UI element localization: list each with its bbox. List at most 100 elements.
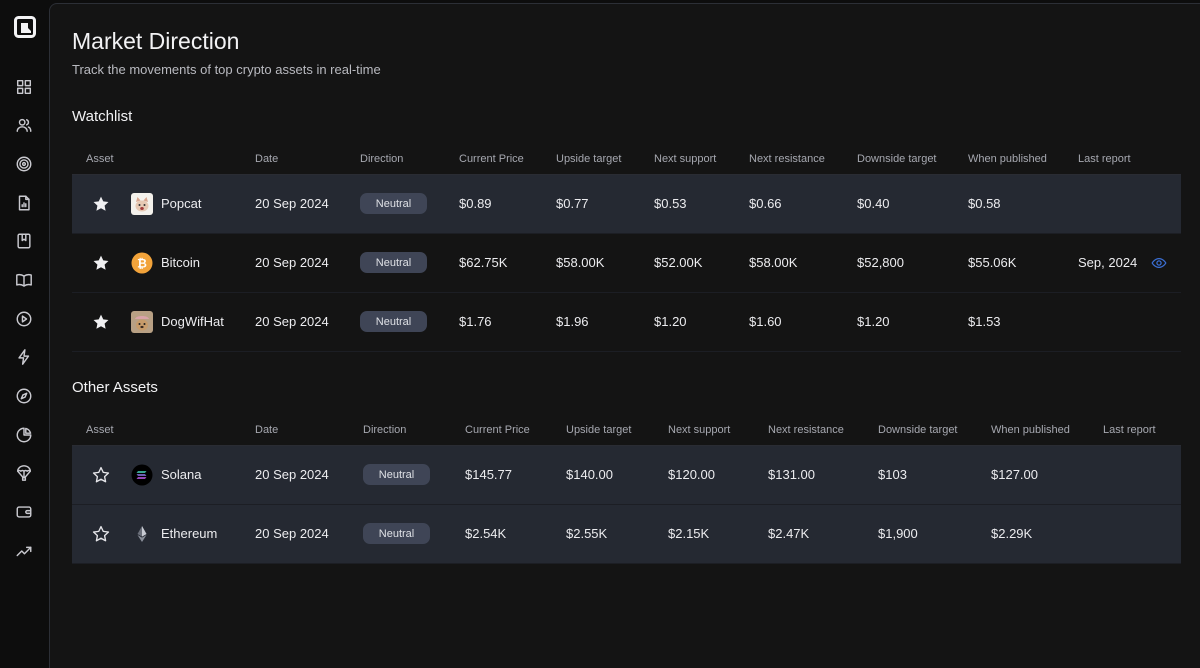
next-support-cell: $0.53 (654, 196, 687, 211)
when-published-cell: $127.00 (991, 467, 1038, 482)
asset-name[interactable]: DogWifHat (161, 314, 224, 329)
column-header-asset[interactable]: Asset (86, 153, 114, 165)
last-report-cell: Sep, 2024 (1078, 255, 1138, 270)
brand-logo-icon[interactable] (14, 16, 36, 38)
column-header-when-published[interactable]: When published (968, 153, 1047, 165)
when-published-cell: $0.58 (968, 196, 1001, 211)
direction-badge: Neutral (360, 311, 427, 332)
direction-badge: Neutral (360, 193, 427, 214)
column-header-last-report[interactable]: Last report (1078, 153, 1131, 165)
parachute-icon[interactable] (14, 463, 34, 483)
report-icon[interactable] (14, 193, 34, 213)
other-assets-title: Other Assets (72, 379, 158, 396)
direction-badge: Neutral (363, 523, 430, 544)
sidebar (0, 0, 48, 667)
column-header-date[interactable]: Date (255, 153, 278, 165)
next-resistance-cell: $58.00K (749, 255, 798, 270)
star-filled-icon[interactable] (92, 195, 110, 213)
next-resistance-cell: $131.00 (768, 467, 815, 482)
downside-target-cell: $103 (878, 467, 907, 482)
date-cell: 20 Sep 2024 (255, 255, 329, 270)
table-row[interactable]: Popcat 20 Sep 2024 Neutral $0.89 $0.77 $… (72, 175, 1181, 234)
column-header-next-resistance[interactable]: Next resistance (768, 424, 844, 436)
table-header: Asset Date Direction Current Price Upsid… (72, 146, 1181, 175)
page-subtitle: Track the movements of top crypto assets… (72, 62, 381, 77)
star-filled-icon[interactable] (92, 313, 110, 331)
asset-name[interactable]: Popcat (161, 196, 201, 211)
dogwifhat-logo-icon (131, 311, 153, 333)
direction-badge: Neutral (360, 252, 427, 273)
table-row[interactable]: ₿ Bitcoin 20 Sep 2024 Neutral $62.75K $5… (72, 234, 1181, 293)
date-cell: 20 Sep 2024 (255, 526, 329, 541)
next-support-cell: $120.00 (668, 467, 715, 482)
next-support-cell: $2.15K (668, 526, 710, 541)
date-cell: 20 Sep 2024 (255, 467, 329, 482)
lightning-icon[interactable] (14, 347, 34, 367)
main-panel: Market Direction Track the movements of … (49, 3, 1200, 668)
column-header-upside-target[interactable]: Upside target (566, 424, 631, 436)
when-published-cell: $1.53 (968, 314, 1001, 329)
next-support-cell: $52.00K (654, 255, 703, 270)
downside-target-cell: $1.20 (857, 314, 890, 329)
wallet-icon[interactable] (14, 502, 34, 522)
asset-name[interactable]: Ethereum (161, 526, 217, 541)
column-header-current-price[interactable]: Current Price (465, 424, 530, 436)
column-header-downside-target[interactable]: Downside target (878, 424, 958, 436)
users-icon[interactable] (14, 115, 34, 135)
current-price-cell: $0.89 (459, 196, 492, 211)
eye-icon[interactable] (1151, 255, 1167, 271)
current-price-cell: $145.77 (465, 467, 512, 482)
when-published-cell: $2.29K (991, 526, 1033, 541)
table-row[interactable]: Ethereum 20 Sep 2024 Neutral $2.54K $2.5… (72, 505, 1181, 564)
downside-target-cell: $52,800 (857, 255, 904, 270)
column-header-direction[interactable]: Direction (363, 424, 406, 436)
page-title: Market Direction (72, 28, 240, 54)
column-header-current-price[interactable]: Current Price (459, 153, 524, 165)
svg-text:₿: ₿ (137, 257, 147, 271)
column-header-asset[interactable]: Asset (86, 424, 114, 436)
star-outline-icon[interactable] (92, 466, 110, 484)
when-published-cell: $55.06K (968, 255, 1017, 270)
grid-icon[interactable] (14, 77, 34, 97)
watchlist-title: Watchlist (72, 108, 133, 125)
column-header-upside-target[interactable]: Upside target (556, 153, 621, 165)
upside-target-cell: $1.96 (556, 314, 589, 329)
other-assets-table: Asset Date Direction Current Price Upsid… (72, 417, 1181, 564)
target-icon[interactable] (14, 154, 34, 174)
next-resistance-cell: $1.60 (749, 314, 782, 329)
play-circle-icon[interactable] (14, 309, 34, 329)
pie-chart-icon[interactable] (14, 425, 34, 445)
table-row[interactable]: DogWifHat 20 Sep 2024 Neutral $1.76 $1.9… (72, 293, 1181, 352)
direction-badge: Neutral (363, 464, 430, 485)
table-header: Asset Date Direction Current Price Upsid… (72, 417, 1181, 446)
compass-icon[interactable] (14, 386, 34, 406)
column-header-direction[interactable]: Direction (360, 153, 403, 165)
column-header-next-support[interactable]: Next support (668, 424, 730, 436)
upside-target-cell: $140.00 (566, 467, 613, 482)
column-header-last-report[interactable]: Last report (1103, 424, 1156, 436)
asset-name[interactable]: Bitcoin (161, 255, 200, 270)
current-price-cell: $62.75K (459, 255, 508, 270)
column-header-downside-target[interactable]: Downside target (857, 153, 937, 165)
column-header-date[interactable]: Date (255, 424, 278, 436)
next-resistance-cell: $2.47K (768, 526, 810, 541)
asset-name[interactable]: Solana (161, 467, 201, 482)
table-row[interactable]: Solana 20 Sep 2024 Neutral $145.77 $140.… (72, 446, 1181, 505)
column-header-next-support[interactable]: Next support (654, 153, 716, 165)
date-cell: 20 Sep 2024 (255, 196, 329, 211)
upside-target-cell: $58.00K (556, 255, 605, 270)
watchlist-table: Asset Date Direction Current Price Upsid… (72, 146, 1181, 352)
column-header-next-resistance[interactable]: Next resistance (749, 153, 825, 165)
ethereum-logo-icon (137, 526, 147, 542)
star-outline-icon[interactable] (92, 525, 110, 543)
downside-target-cell: $1,900 (878, 526, 918, 541)
bookmark-book-icon[interactable] (14, 231, 34, 251)
column-header-when-published[interactable]: When published (991, 424, 1070, 436)
star-filled-icon[interactable] (92, 254, 110, 272)
trending-up-icon[interactable] (14, 541, 34, 561)
downside-target-cell: $0.40 (857, 196, 890, 211)
open-book-icon[interactable] (14, 270, 34, 290)
upside-target-cell: $0.77 (556, 196, 589, 211)
bitcoin-logo-icon: ₿ (131, 252, 153, 274)
current-price-cell: $2.54K (465, 526, 507, 541)
